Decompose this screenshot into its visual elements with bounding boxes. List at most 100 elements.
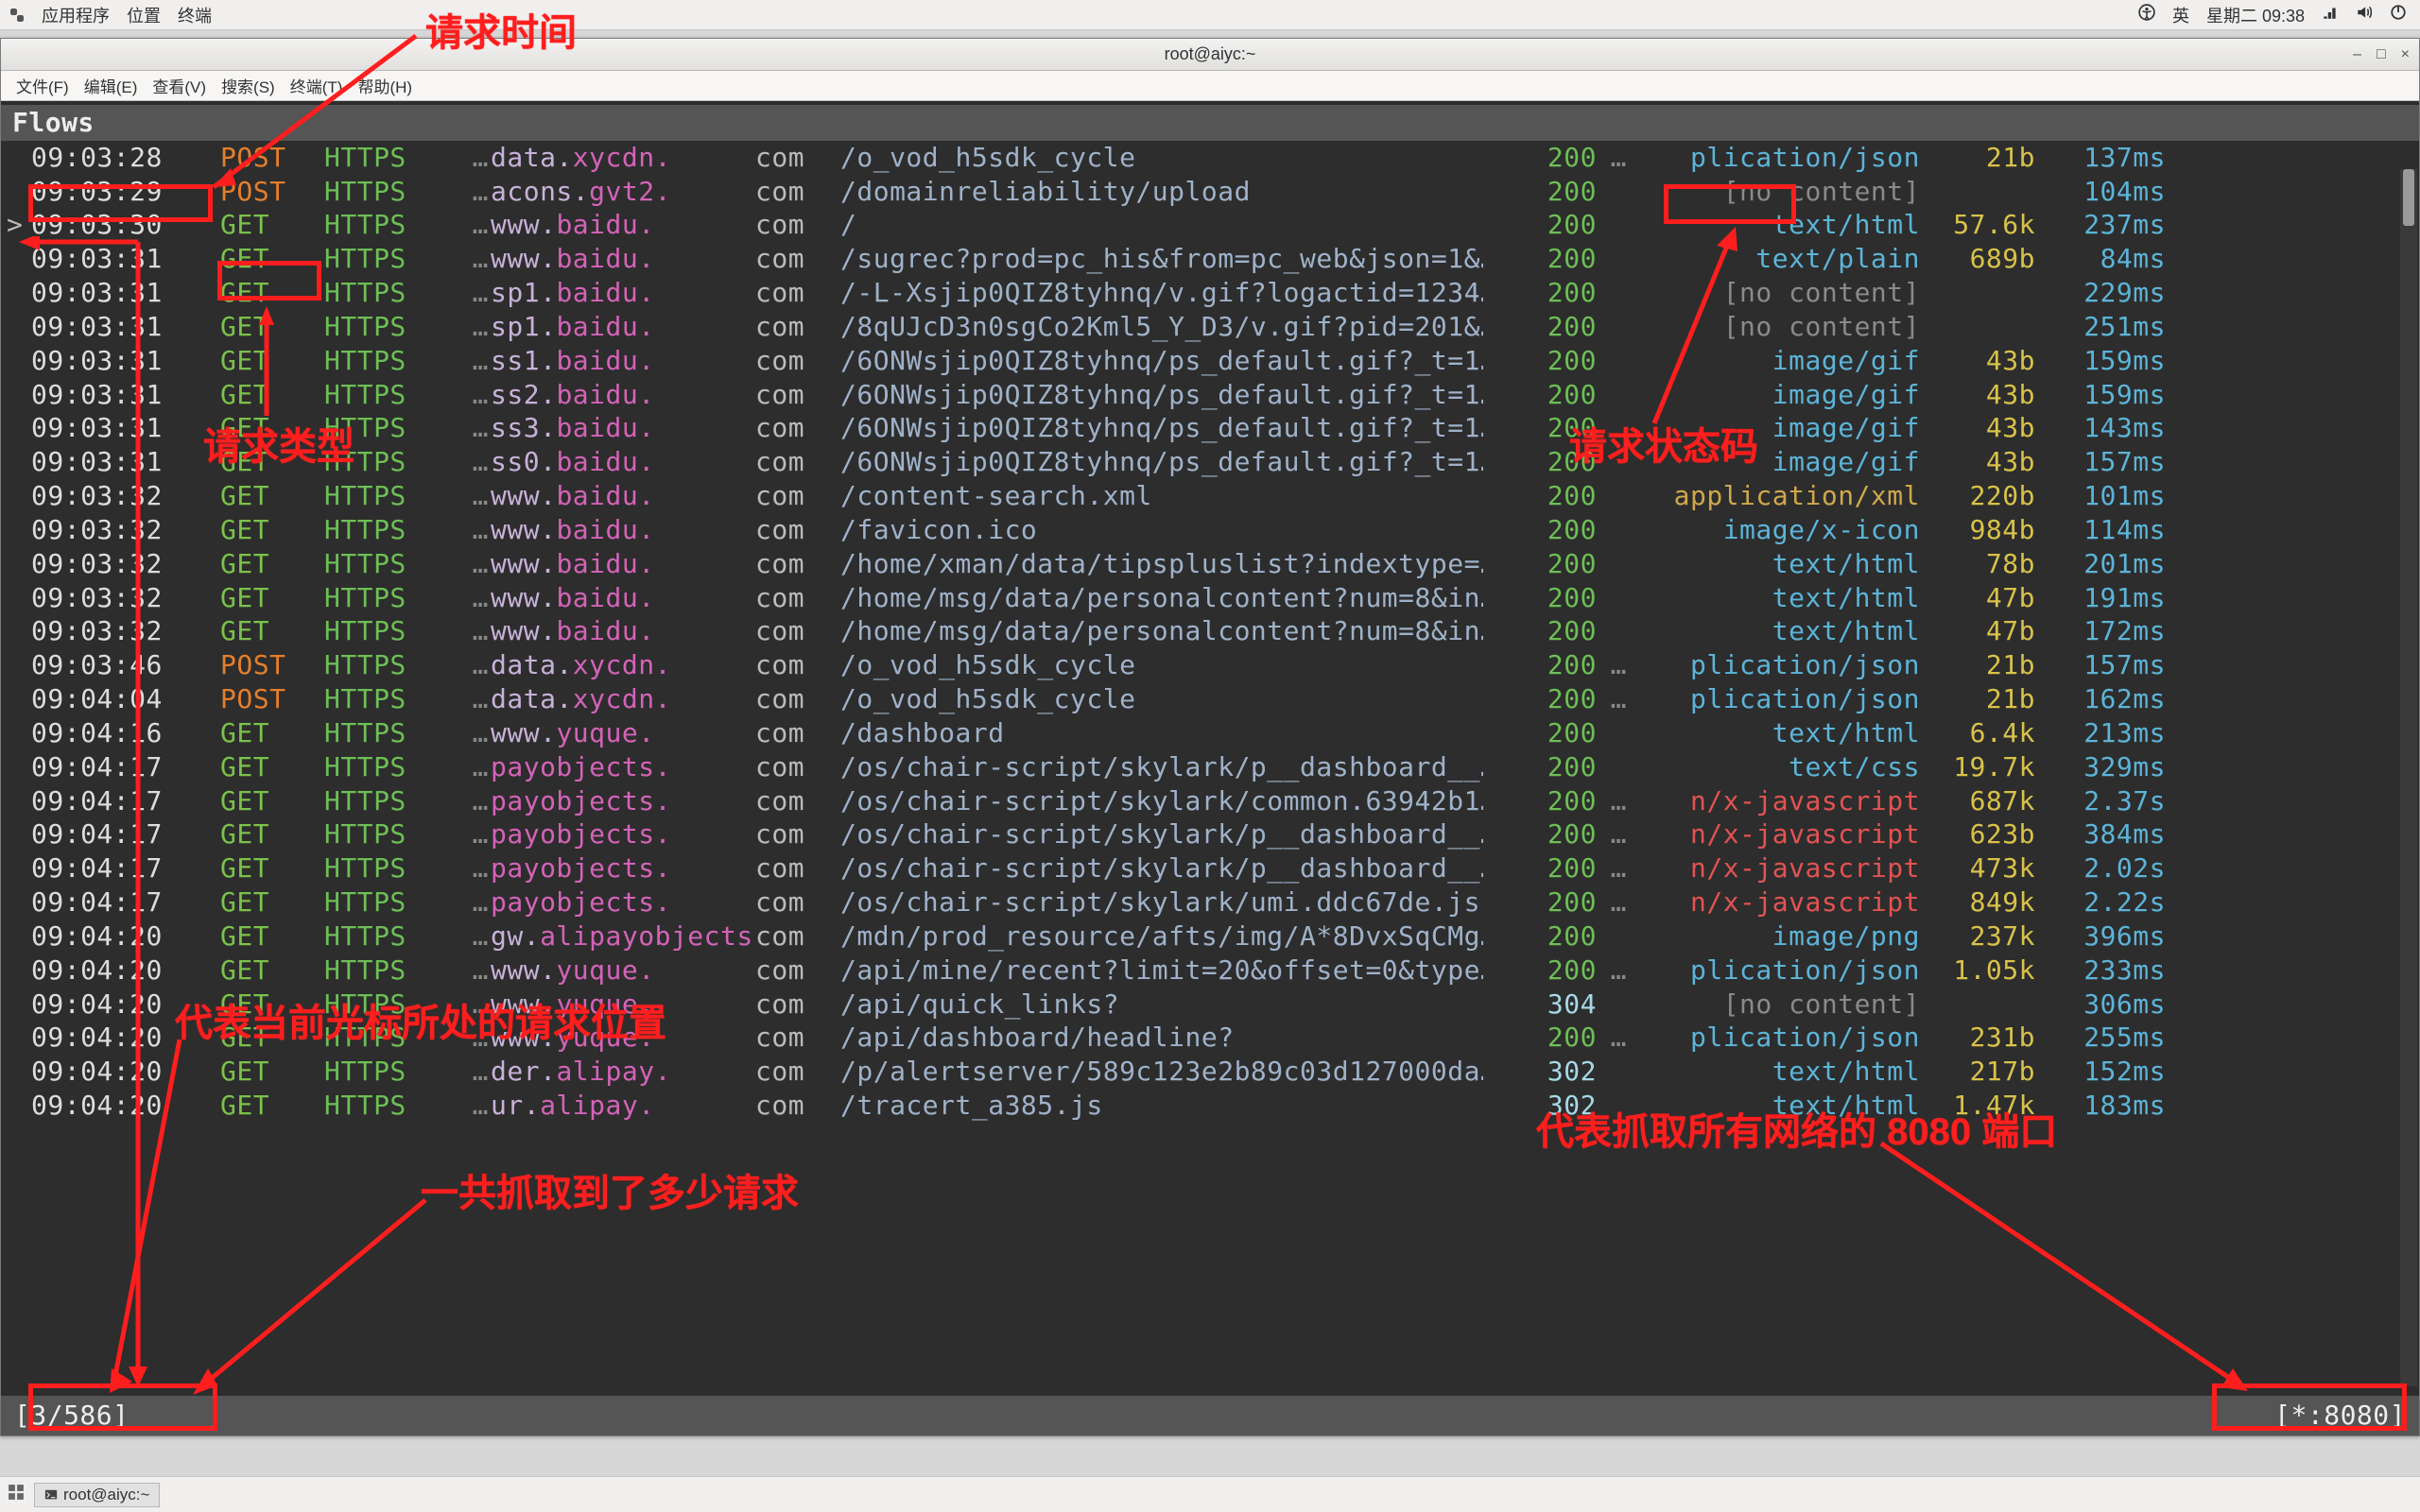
row-ctype-ellipsis [1597, 242, 1631, 276]
flow-row[interactable]: 09:04:20GETHTTPS…www.yuque.com/api/dashb… [7, 1021, 2410, 1055]
row-ctype-ellipsis: … [1597, 817, 1631, 851]
flow-row[interactable]: 09:04:16GETHTTPS…www.yuque.com/dashboard… [7, 716, 2410, 750]
ime-indicator[interactable]: 英 [2172, 3, 2189, 27]
flow-row[interactable]: 09:03:31GETHTTPS…sp1.baidu.com/-L-Xsjip0… [7, 276, 2410, 310]
row-size: 21b [1920, 648, 2043, 682]
row-status: 200 [1483, 648, 1597, 682]
menu-view[interactable]: 查看(V) [147, 72, 212, 99]
flow-row[interactable]: 09:03:46POSTHTTPS…data.xycdn.com/o_vod_h… [7, 648, 2410, 682]
flow-row[interactable]: 09:03:28POSTHTTPS…data.xycdn.com/o_vod_h… [7, 141, 2410, 175]
flow-row[interactable]: 09:03:31GETHTTPS…www.baidu.com/sugrec?pr… [7, 242, 2410, 276]
row-host-ellipsis: … [443, 1055, 491, 1089]
row-method: GET [220, 310, 324, 344]
row-status: 200 [1483, 954, 1597, 988]
row-duration: 2.02s [2043, 851, 2166, 885]
flow-row[interactable]: 09:04:20GETHTTPS…gw.alipayobjects.com/md… [7, 919, 2410, 954]
menu-help[interactable]: 帮助(H) [352, 72, 418, 99]
row-size: 43b [1920, 411, 2043, 445]
menu-terminal[interactable]: 终端 [178, 3, 212, 27]
row-caret [7, 1021, 31, 1055]
flow-row[interactable]: 09:04:20GETHTTPS…www.yuque.com/api/quick… [7, 988, 2410, 1022]
flow-row[interactable]: 09:03:32GETHTTPS…www.baidu.com/favicon.i… [7, 513, 2410, 547]
flow-row[interactable]: 09:04:17GETHTTPS…payobjects.com/os/chair… [7, 885, 2410, 919]
row-method: GET [220, 851, 324, 885]
row-size: 220b [1920, 479, 2043, 513]
terminal-body[interactable]: Flows 09:03:28POSTHTTPS…data.xycdn.com/o… [1, 101, 2419, 1435]
row-ctype-ellipsis [1597, 479, 1631, 513]
row-time: 09:04:17 [31, 885, 220, 919]
flow-row[interactable]: 09:03:32GETHTTPS…www.baidu.com/home/xman… [7, 547, 2410, 581]
window-titlebar[interactable]: root@aiyc:~ – □ × [1, 39, 2419, 71]
scrollbar[interactable] [2400, 169, 2417, 1386]
activities-icon[interactable] [9, 8, 25, 23]
row-scheme: HTTPS [324, 242, 443, 276]
flow-row[interactable]: 09:03:31GETHTTPS…ss2.baidu.com/6ONWsjip0… [7, 378, 2410, 412]
row-status: 200 [1483, 682, 1597, 716]
row-status: 200 [1483, 141, 1597, 175]
row-caret [7, 919, 31, 954]
row-ctype-ellipsis: … [1597, 682, 1631, 716]
row-scheme: HTTPS [324, 547, 443, 581]
minimize-button[interactable]: – [2353, 46, 2361, 63]
row-time: 09:03:32 [31, 547, 220, 581]
flow-row[interactable]: 09:04:17GETHTTPS…payobjects.com/os/chair… [7, 750, 2410, 784]
menu-edit[interactable]: 编辑(E) [78, 72, 144, 99]
volume-icon[interactable] [2356, 4, 2373, 26]
row-host-ellipsis: … [443, 411, 491, 445]
flow-row[interactable]: 09:03:32GETHTTPS…www.baidu.com/home/msg/… [7, 614, 2410, 648]
accessibility-icon[interactable] [2138, 4, 2155, 26]
row-duration: 201ms [2043, 547, 2166, 581]
terminal-window: root@aiyc:~ – □ × 文件(F) 编辑(E) 查看(V) 搜索(S… [0, 38, 2420, 1436]
power-icon[interactable] [2390, 4, 2407, 26]
menu-places[interactable]: 位置 [127, 3, 161, 27]
flow-row[interactable]: 09:04:20GETHTTPS…der.alipay.com/p/alerts… [7, 1055, 2410, 1089]
flow-row[interactable]: 09:03:32GETHTTPS…www.baidu.com/home/msg/… [7, 581, 2410, 615]
flow-row[interactable]: 09:03:31GETHTTPS…ss3.baidu.com/6ONWsjip0… [7, 411, 2410, 445]
row-status: 200 [1483, 445, 1597, 479]
flow-row[interactable]: 09:04:20GETHTTPS…ur.alipay.com/tracert_a… [7, 1089, 2410, 1123]
flow-row[interactable]: >09:03:30GETHTTPS…www.baidu.com/200text/… [7, 208, 2410, 242]
row-method: GET [220, 988, 324, 1022]
row-caret [7, 885, 31, 919]
flow-row[interactable]: 09:04:17GETHTTPS…payobjects.com/os/chair… [7, 817, 2410, 851]
flow-row[interactable]: 09:03:31GETHTTPS…ss1.baidu.com/6ONWsjip0… [7, 344, 2410, 378]
row-scheme: HTTPS [324, 1089, 443, 1123]
flow-row[interactable]: 09:03:29POSTHTTPS…acons.gvt2.com/domainr… [7, 175, 2410, 209]
flow-row[interactable]: 09:04:20GETHTTPS…www.yuque.com/api/mine/… [7, 954, 2410, 988]
flow-row[interactable]: 09:04:17GETHTTPS…payobjects.com/os/chair… [7, 851, 2410, 885]
row-host: payobjects. [491, 784, 755, 818]
scrollbar-thumb[interactable] [2403, 169, 2414, 226]
row-host: ur.alipay. [491, 1089, 755, 1123]
row-status: 200 [1483, 817, 1597, 851]
clock[interactable]: 星期二 09:38 [2206, 3, 2305, 27]
row-status: 200 [1483, 378, 1597, 412]
taskbar-item-terminal[interactable]: root@aiyc:~ [34, 1483, 160, 1507]
row-time: 09:04:17 [31, 817, 220, 851]
menu-file[interactable]: 文件(F) [10, 72, 75, 99]
show-desktop-icon[interactable] [8, 1484, 25, 1505]
menu-applications[interactable]: 应用程序 [42, 3, 110, 27]
menu-search[interactable]: 搜索(S) [216, 72, 281, 99]
network-icon[interactable] [2322, 4, 2339, 26]
maximize-button[interactable]: □ [2377, 46, 2386, 63]
flow-row[interactable]: 09:03:32GETHTTPS…www.baidu.com/content-s… [7, 479, 2410, 513]
close-button[interactable]: × [2401, 46, 2410, 63]
row-host-ellipsis: … [443, 547, 491, 581]
flow-row[interactable]: 09:03:31GETHTTPS…ss0.baidu.com/6ONWsjip0… [7, 445, 2410, 479]
row-ctype-ellipsis: … [1597, 851, 1631, 885]
row-duration: 183ms [2043, 1089, 2166, 1123]
terminal-menubar: 文件(F) 编辑(E) 查看(V) 搜索(S) 终端(T) 帮助(H) [1, 71, 2419, 101]
flow-row[interactable]: 09:03:31GETHTTPS…sp1.baidu.com/8qUJcD3n0… [7, 310, 2410, 344]
row-host-ellipsis: … [443, 682, 491, 716]
row-scheme: HTTPS [324, 682, 443, 716]
row-size: 19.7k [1920, 750, 2043, 784]
flow-row[interactable]: 09:04:04POSTHTTPS…data.xycdn.com/o_vod_h… [7, 682, 2410, 716]
menu-term[interactable]: 终端(T) [285, 72, 349, 99]
row-tld: com [755, 988, 840, 1022]
row-tld: com [755, 1055, 840, 1089]
row-tld: com [755, 614, 840, 648]
row-method: GET [220, 445, 324, 479]
row-content-type: text/css [1631, 750, 1920, 784]
row-content-type: image/gif [1631, 344, 1920, 378]
flow-row[interactable]: 09:04:17GETHTTPS…payobjects.com/os/chair… [7, 784, 2410, 818]
